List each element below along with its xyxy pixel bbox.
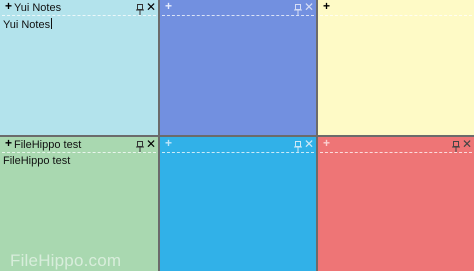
note-text: Yui Notes [3,19,51,31]
watermark: FileHippo.com [10,251,122,270]
note-content[interactable] [163,155,313,268]
sticky-note-6[interactable]: + ✕ [318,137,474,271]
sticky-note-1[interactable]: + Yui Notes ✕ Yui Notes [0,0,158,135]
pin-icon[interactable] [136,139,144,152]
note-title: FileHippo test [14,139,82,151]
close-icon[interactable]: ✕ [146,1,156,13]
note-header: + Yui Notes ✕ [0,0,158,16]
pin-icon[interactable] [452,139,460,152]
add-note-icon[interactable]: + [3,0,14,12]
note-content[interactable] [163,18,313,132]
note-header: + FileHippo test ✕ [0,137,158,153]
desktop: + Yui Notes ✕ Yui Notes + ✕ + + FileHipp… [0,0,474,271]
note-title: Yui Notes [14,2,62,14]
pin-icon[interactable] [136,2,144,15]
pin-icon[interactable] [294,2,302,15]
note-content[interactable]: Yui Notes [3,18,155,132]
close-icon[interactable]: ✕ [304,138,314,150]
note-header: + ✕ [160,0,316,16]
text-caret [51,18,53,29]
header-divider [162,15,314,16]
note-header: + ✕ [160,137,316,153]
note-text: FileHippo test [3,155,71,167]
note-content[interactable] [321,18,471,132]
add-note-icon[interactable]: + [163,0,174,12]
header-divider [320,152,472,153]
header-divider [2,15,156,16]
note-header: + ✕ [318,137,474,153]
sticky-note-5[interactable]: + ✕ [160,137,316,271]
note-content[interactable] [321,155,471,268]
add-note-icon[interactable]: + [321,0,332,12]
close-icon[interactable]: ✕ [462,138,472,150]
header-divider [162,152,314,153]
header-divider [2,152,156,153]
sticky-note-2[interactable]: + ✕ [160,0,316,135]
pin-icon[interactable] [294,139,302,152]
add-note-icon[interactable]: + [163,137,174,149]
close-icon[interactable]: ✕ [146,138,156,150]
add-note-icon[interactable]: + [3,137,14,149]
header-divider [320,15,472,16]
close-icon[interactable]: ✕ [304,1,314,13]
sticky-note-3[interactable]: + [318,0,474,135]
add-note-icon[interactable]: + [321,137,332,149]
note-header: + [318,0,474,16]
